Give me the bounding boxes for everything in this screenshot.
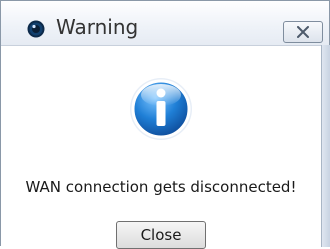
- title-bar[interactable]: Warning: [1, 1, 329, 46]
- close-button[interactable]: Close: [116, 221, 206, 249]
- title-close-button[interactable]: [283, 21, 323, 43]
- dialog-content: WAN connection gets disconnected! Close: [1, 46, 321, 249]
- dialog-title: Warning: [56, 15, 139, 39]
- close-icon: [297, 26, 309, 38]
- warning-dialog: Warning WAN connection gets disconnected…: [0, 0, 330, 249]
- app-icon: [27, 20, 45, 38]
- warning-message: WAN connection gets disconnected!: [25, 178, 297, 196]
- info-icon: [130, 78, 192, 140]
- window-frame: [321, 45, 330, 247]
